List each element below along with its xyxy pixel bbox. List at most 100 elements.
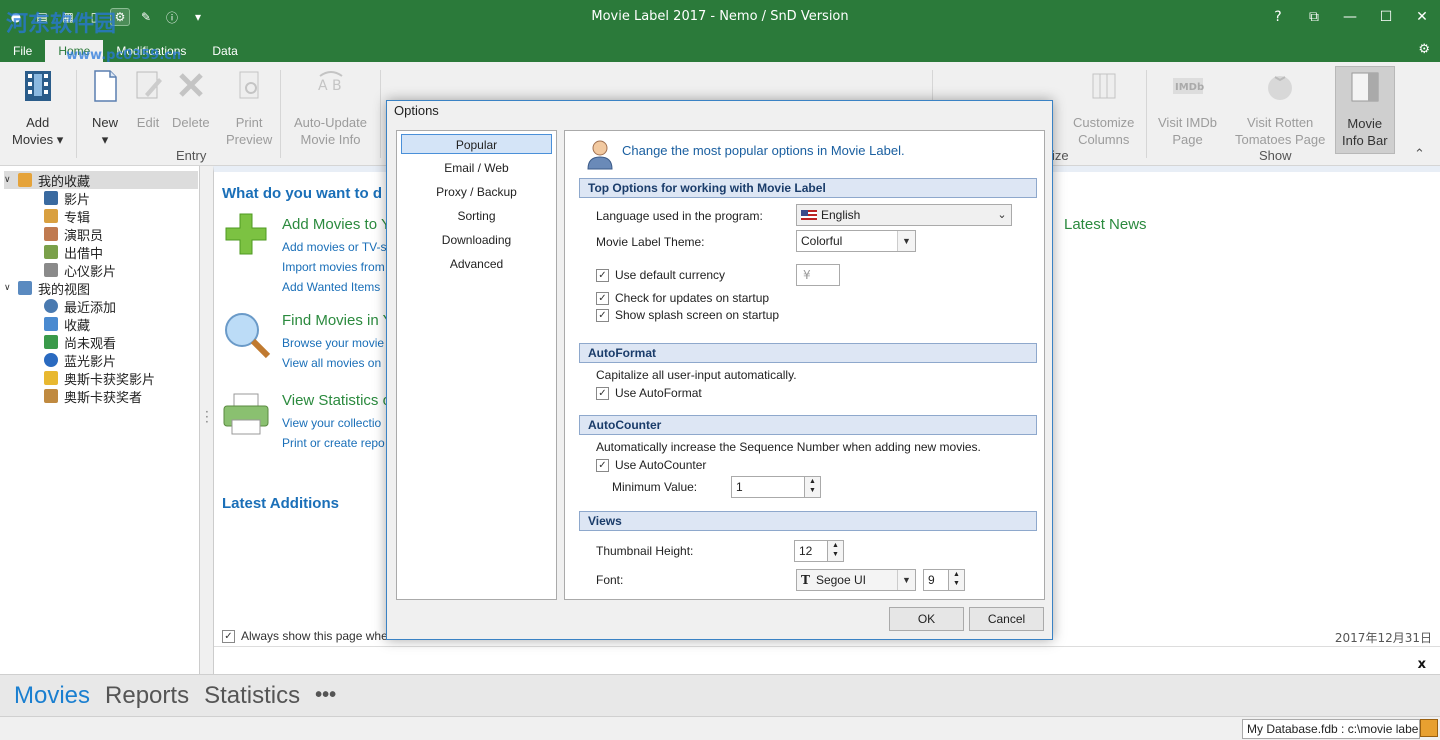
use-autoformat-checkbox[interactable]: ✓ Use AutoFormat (596, 386, 702, 400)
spinner-arrows-icon[interactable]: ▲ ▼ (804, 477, 820, 497)
close-panel-button[interactable]: x (1418, 657, 1426, 672)
options-header: Change the most popular options in Movie… (622, 143, 905, 158)
find-movies-title[interactable]: Find Movies in Y (282, 312, 393, 329)
minimize-button[interactable]: — (1332, 0, 1368, 34)
tree-item-loaned[interactable]: 出借中 (44, 243, 103, 262)
tree-root-my-collection[interactable]: ∨ 我的收藏 (4, 171, 198, 190)
add-movies-button[interactable]: Add Movies ▾ (12, 68, 63, 148)
auto-update-button[interactable]: A B Auto-Update Movie Info (294, 68, 367, 148)
default-currency-checkbox[interactable]: ✓ Use default currency (596, 268, 725, 282)
print-preview-icon (239, 71, 259, 99)
view-statistics-title[interactable]: View Statistics o (282, 392, 391, 409)
tree-item-wishlist[interactable]: 心仪影片 (44, 261, 116, 280)
restore-layout-button[interactable]: ⧉ (1296, 0, 1332, 34)
auto-update-icon: A B (318, 71, 343, 94)
thumbnail-height-spinner[interactable]: 12 ▲ ▼ (794, 540, 844, 562)
nav-statistics[interactable]: Statistics (204, 682, 300, 710)
visit-imdb-button[interactable]: IMDb Visit IMDb Page (1158, 68, 1217, 148)
star-icon (44, 317, 58, 331)
status-bar: My Database.fdb : c:\movie labe (0, 716, 1440, 740)
collapse-ribbon-icon[interactable]: ⌃ (1414, 146, 1425, 162)
edit-button[interactable]: Edit (131, 68, 165, 131)
film-icon (44, 191, 58, 205)
add-movies-title[interactable]: Add Movies to Y (282, 216, 391, 233)
visit-imdb-label: Visit IMDb Page (1158, 115, 1217, 147)
tree-item-favorites[interactable]: 收藏 (44, 315, 91, 334)
database-icon[interactable] (1420, 719, 1438, 737)
category-downloading[interactable]: Downloading (401, 230, 552, 250)
tree-item-cast[interactable]: 演职员 (44, 225, 103, 244)
tree-item-oscar-winners[interactable]: 奥斯卡获奖者 (44, 387, 142, 406)
delete-button[interactable]: Delete (172, 68, 210, 131)
print-report-link[interactable]: Print or create repo (282, 436, 385, 450)
checkbox-checked-icon: ✓ (596, 291, 609, 305)
visit-rotten-tomatoes-button[interactable]: Visit Rotten Tomatoes Page (1235, 68, 1325, 148)
font-size-spinner[interactable]: 9 ▲ ▼ (923, 569, 965, 591)
category-sorting[interactable]: Sorting (401, 206, 552, 226)
tree-item-label: 最近添加 (64, 300, 117, 316)
category-email-web[interactable]: Email / Web (401, 158, 552, 178)
use-autocounter-label: Use AutoCounter (615, 458, 707, 472)
category-advanced[interactable]: Advanced (401, 254, 552, 274)
database-path: My Database.fdb : c:\movie labe (1242, 719, 1420, 739)
tree-item-recently-added[interactable]: 最近添加 (44, 297, 117, 316)
cancel-button[interactable]: Cancel (969, 607, 1044, 631)
latest-news-heading[interactable]: Latest News (1064, 216, 1147, 233)
print-preview-button[interactable]: Print Preview (226, 68, 272, 148)
nav-more-button[interactable]: ••• (315, 684, 336, 707)
currency-field[interactable]: ¥ (796, 264, 840, 286)
collection-tree: ∨ 我的收藏 影片 专辑 演职员 出借中 心仪影片 ∨ 我的视图 最近添加 收藏… (0, 166, 200, 674)
minimum-value-spinner[interactable]: 1 ▲ ▼ (731, 476, 821, 498)
browse-movies-link[interactable]: Browse your movie (282, 336, 384, 350)
movie-info-bar-button[interactable]: Movie Info Bar (1335, 66, 1395, 154)
tree-item-oscar-movies[interactable]: 奥斯卡获奖影片 (44, 369, 156, 388)
spinner-arrows-icon[interactable]: ▲ ▼ (948, 570, 964, 590)
always-show-checkbox[interactable]: ✓ Always show this page whe (222, 629, 388, 643)
tree-item-label: 尚未观看 (64, 336, 117, 352)
collapse-icon[interactable]: ∨ (4, 175, 14, 185)
home-icon (18, 173, 32, 187)
help-button[interactable]: ? (1260, 0, 1296, 34)
splitter[interactable]: · · · (201, 166, 213, 674)
ribbon-options-icon[interactable]: ⚙ (1418, 42, 1430, 57)
nav-reports[interactable]: Reports (105, 682, 189, 710)
add-movies-link[interactable]: Add movies or TV-s (282, 240, 386, 254)
collapse-icon[interactable]: ∨ (4, 283, 14, 293)
check-updates-checkbox[interactable]: ✓ Check for updates on startup (596, 291, 769, 305)
use-autocounter-checkbox[interactable]: ✓ Use AutoCounter (596, 458, 706, 472)
window-controls: ? ⧉ — ☐ ✕ (1260, 0, 1440, 34)
splash-screen-checkbox[interactable]: ✓ Show splash screen on startup (596, 308, 779, 322)
maximize-button[interactable]: ☐ (1368, 0, 1404, 34)
tab-data[interactable]: Data (199, 40, 250, 62)
customize-columns-button[interactable]: Customize Columns (1073, 68, 1134, 148)
view-all-movies-link[interactable]: View all movies on (282, 356, 381, 370)
printer-icon (223, 393, 269, 435)
spinner-arrows-icon[interactable]: ▲ ▼ (827, 541, 843, 561)
tree-item-albums[interactable]: 专辑 (44, 207, 90, 226)
ok-button[interactable]: OK (889, 607, 964, 631)
print-preview-label: Print Preview (226, 115, 273, 147)
tree-item-bluray[interactable]: 蓝光影片 (44, 351, 116, 370)
use-autoformat-label: Use AutoFormat (615, 386, 702, 400)
tree-item-label: 奥斯卡获奖影片 (64, 372, 156, 388)
tab-file[interactable]: File (0, 40, 45, 62)
category-proxy-backup[interactable]: Proxy / Backup (401, 182, 552, 202)
add-wanted-link[interactable]: Add Wanted Items (282, 280, 380, 294)
category-popular[interactable]: Popular (401, 134, 552, 154)
theme-select[interactable]: Colorful ▼ (796, 230, 916, 252)
new-button[interactable]: New ▾ (88, 68, 122, 148)
import-movies-link[interactable]: Import movies from (282, 260, 385, 274)
nav-movies[interactable]: Movies (14, 682, 90, 710)
tree-root-my-views[interactable]: ∨ 我的视图 (4, 279, 90, 298)
ribbon-separator (76, 70, 77, 158)
font-select[interactable]: T Segoe UI ▼ (796, 569, 916, 591)
watermark-logo: 河东软件园 (6, 11, 117, 37)
tree-item-label: 影片 (64, 192, 91, 208)
view-collection-link[interactable]: View your collectio (282, 416, 381, 430)
tree-item-label: 收藏 (64, 318, 91, 334)
language-select[interactable]: English ⌄ (796, 204, 1012, 226)
tree-item-movies[interactable]: 影片 (44, 189, 91, 208)
check-updates-label: Check for updates on startup (615, 291, 770, 305)
tree-item-unwatched[interactable]: 尚未观看 (44, 333, 117, 352)
close-button[interactable]: ✕ (1404, 0, 1440, 34)
